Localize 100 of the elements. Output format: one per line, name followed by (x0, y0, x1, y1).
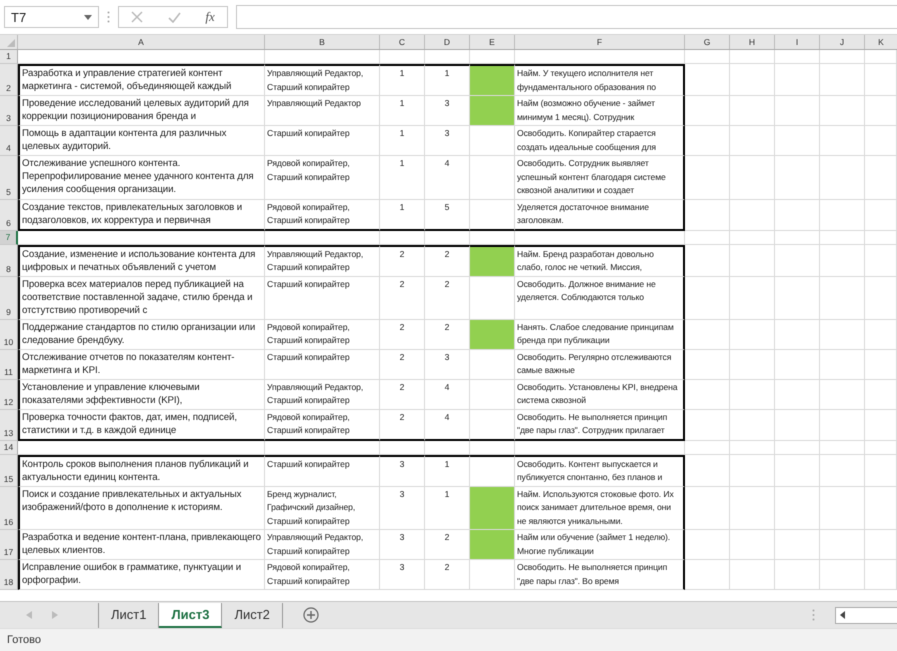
horizontal-scrollbar[interactable] (835, 606, 897, 624)
previous-sheet-icon[interactable] (26, 611, 32, 619)
table-cell (820, 230, 865, 244)
column-header[interactable]: B (265, 35, 380, 49)
table-cell: Освободить. Сотрудник выявляет успешный контент благодаря системе сквозной аналитики и создает (515, 156, 685, 200)
table-cell (820, 200, 865, 230)
table-cell (775, 410, 820, 440)
row-header[interactable]: 11 (0, 350, 18, 380)
table-cell (730, 350, 775, 380)
row-header[interactable]: 18 (0, 560, 18, 590)
row-header[interactable]: 5 (0, 156, 18, 200)
scroll-left-icon[interactable] (840, 611, 845, 619)
row-header[interactable]: 13 (0, 410, 18, 440)
cancel-icon[interactable] (131, 11, 144, 23)
table-cell: Контроль сроков выполнения планов публикаций и актуальности единиц контента. (18, 454, 265, 486)
column-header[interactable]: G (685, 35, 730, 49)
table-cell (730, 244, 775, 276)
table-cell (865, 230, 897, 244)
column-header[interactable]: E (470, 35, 515, 49)
table-cell (775, 380, 820, 410)
table-cell (820, 244, 865, 276)
table-cell (865, 64, 897, 96)
table-cell (865, 50, 897, 64)
table-cell (820, 276, 865, 320)
row-header[interactable]: 12 (0, 380, 18, 410)
row-header[interactable]: 1 (0, 50, 18, 64)
table-cell: Разработка и управление стратегией контент маркетинга - системой, объединяющей каждый (18, 64, 265, 96)
table-cell: 3 (380, 486, 425, 530)
column-header[interactable]: D (425, 35, 470, 49)
row-header[interactable]: 2 (0, 64, 18, 96)
table-cell: Разработка и ведение контент-плана, привлекающего целевых клиентов. (18, 530, 265, 560)
table-cell (380, 50, 425, 64)
row-header[interactable]: 6 (0, 200, 18, 230)
column-header[interactable]: C (380, 35, 425, 49)
table-cell: 4 (425, 410, 470, 440)
row-header[interactable]: 15 (0, 454, 18, 486)
row-header[interactable]: 9 (0, 276, 18, 320)
table-cell (470, 440, 515, 454)
sheet-tab[interactable]: Лист3 (159, 602, 222, 628)
select-all-icon[interactable] (7, 39, 15, 47)
table-cell (775, 200, 820, 230)
column-header[interactable]: A (18, 35, 265, 49)
table-cell (775, 96, 820, 126)
table-cell (730, 410, 775, 440)
column-header[interactable]: F (515, 35, 685, 49)
table-cell: Управляющий Редактор, Старший копирайтер (265, 244, 380, 276)
table-cell: Уделяется достаточное внимание заголовкам. (515, 200, 685, 230)
row-header[interactable]: 17 (0, 530, 18, 560)
table-cell: Освободить. Установлены KPI, внедрена система сквозной (515, 380, 685, 410)
table-cell (685, 64, 730, 96)
table-cell (820, 126, 865, 156)
table-cell: Рядовой копирайтер, Старший копирайтер (265, 156, 380, 200)
table-cell (730, 454, 775, 486)
name-box[interactable]: T7 (4, 6, 99, 28)
table-cell: Создание текстов, привлекательных заголовков и подзаголовков, их корректура и первичная (18, 200, 265, 230)
table-cell: Найм (возможно обучение - займет минимум 1 месяц). Сотрудник (515, 96, 685, 126)
table-cell: Старший копирайтер (265, 350, 380, 380)
row-header[interactable]: 14 (0, 440, 18, 454)
column-header[interactable]: I (775, 35, 820, 49)
row-header[interactable]: 7 (0, 230, 18, 244)
check-icon[interactable] (168, 12, 181, 22)
table-cell: 1 (425, 454, 470, 486)
table-cell (820, 380, 865, 410)
table-cell: 2 (425, 276, 470, 320)
insert-function-button[interactable]: fx (205, 9, 215, 25)
table-cell: Старший копирайтер (265, 276, 380, 320)
next-sheet-icon[interactable] (52, 611, 58, 619)
table-cell (730, 126, 775, 156)
table-cell (730, 96, 775, 126)
table-cell (820, 50, 865, 64)
table-cell: Найм или обучение (займет 1 неделю). Многие публикации (515, 530, 685, 560)
row-header[interactable]: 3 (0, 96, 18, 126)
table-cell (865, 156, 897, 200)
table-cell: Управляющий Редактор (265, 96, 380, 126)
row-header[interactable]: 10 (0, 320, 18, 350)
table-cell (730, 486, 775, 530)
column-header[interactable]: K (865, 35, 897, 49)
row-header[interactable]: 4 (0, 126, 18, 156)
table-cell (820, 410, 865, 440)
table-cell (820, 156, 865, 200)
table-cell (685, 486, 730, 530)
column-header[interactable]: J (820, 35, 865, 49)
row-header[interactable]: 16 (0, 486, 18, 530)
status-text: Готово (7, 634, 41, 646)
more-icon[interactable] (107, 11, 110, 23)
row-header[interactable]: 8 (0, 244, 18, 276)
formula-field[interactable] (236, 5, 897, 29)
table-cell (685, 96, 730, 126)
table-cell: 3 (425, 126, 470, 156)
table-cell (685, 50, 730, 64)
table-cell (865, 440, 897, 454)
table-cell: Проверка точности фактов, дат, имен, подписей, статистики и т.д. в каждой единице (18, 410, 265, 440)
table-cell: Освободить. Не выполняется принцип "две пары глаз". Сотрудник прилагает (515, 410, 685, 440)
add-sheet-icon[interactable] (302, 607, 319, 623)
more-icon[interactable] (812, 609, 815, 621)
table-cell (730, 530, 775, 560)
table-cell: Найм. Бренд разработан довольно слабо, голос не четкий. Миссия, (515, 244, 685, 276)
column-header[interactable]: H (730, 35, 775, 49)
table-cell: Отслеживание отчетов по показателям контент-маркетинга и KPI. (18, 350, 265, 380)
table-cell (685, 410, 730, 440)
